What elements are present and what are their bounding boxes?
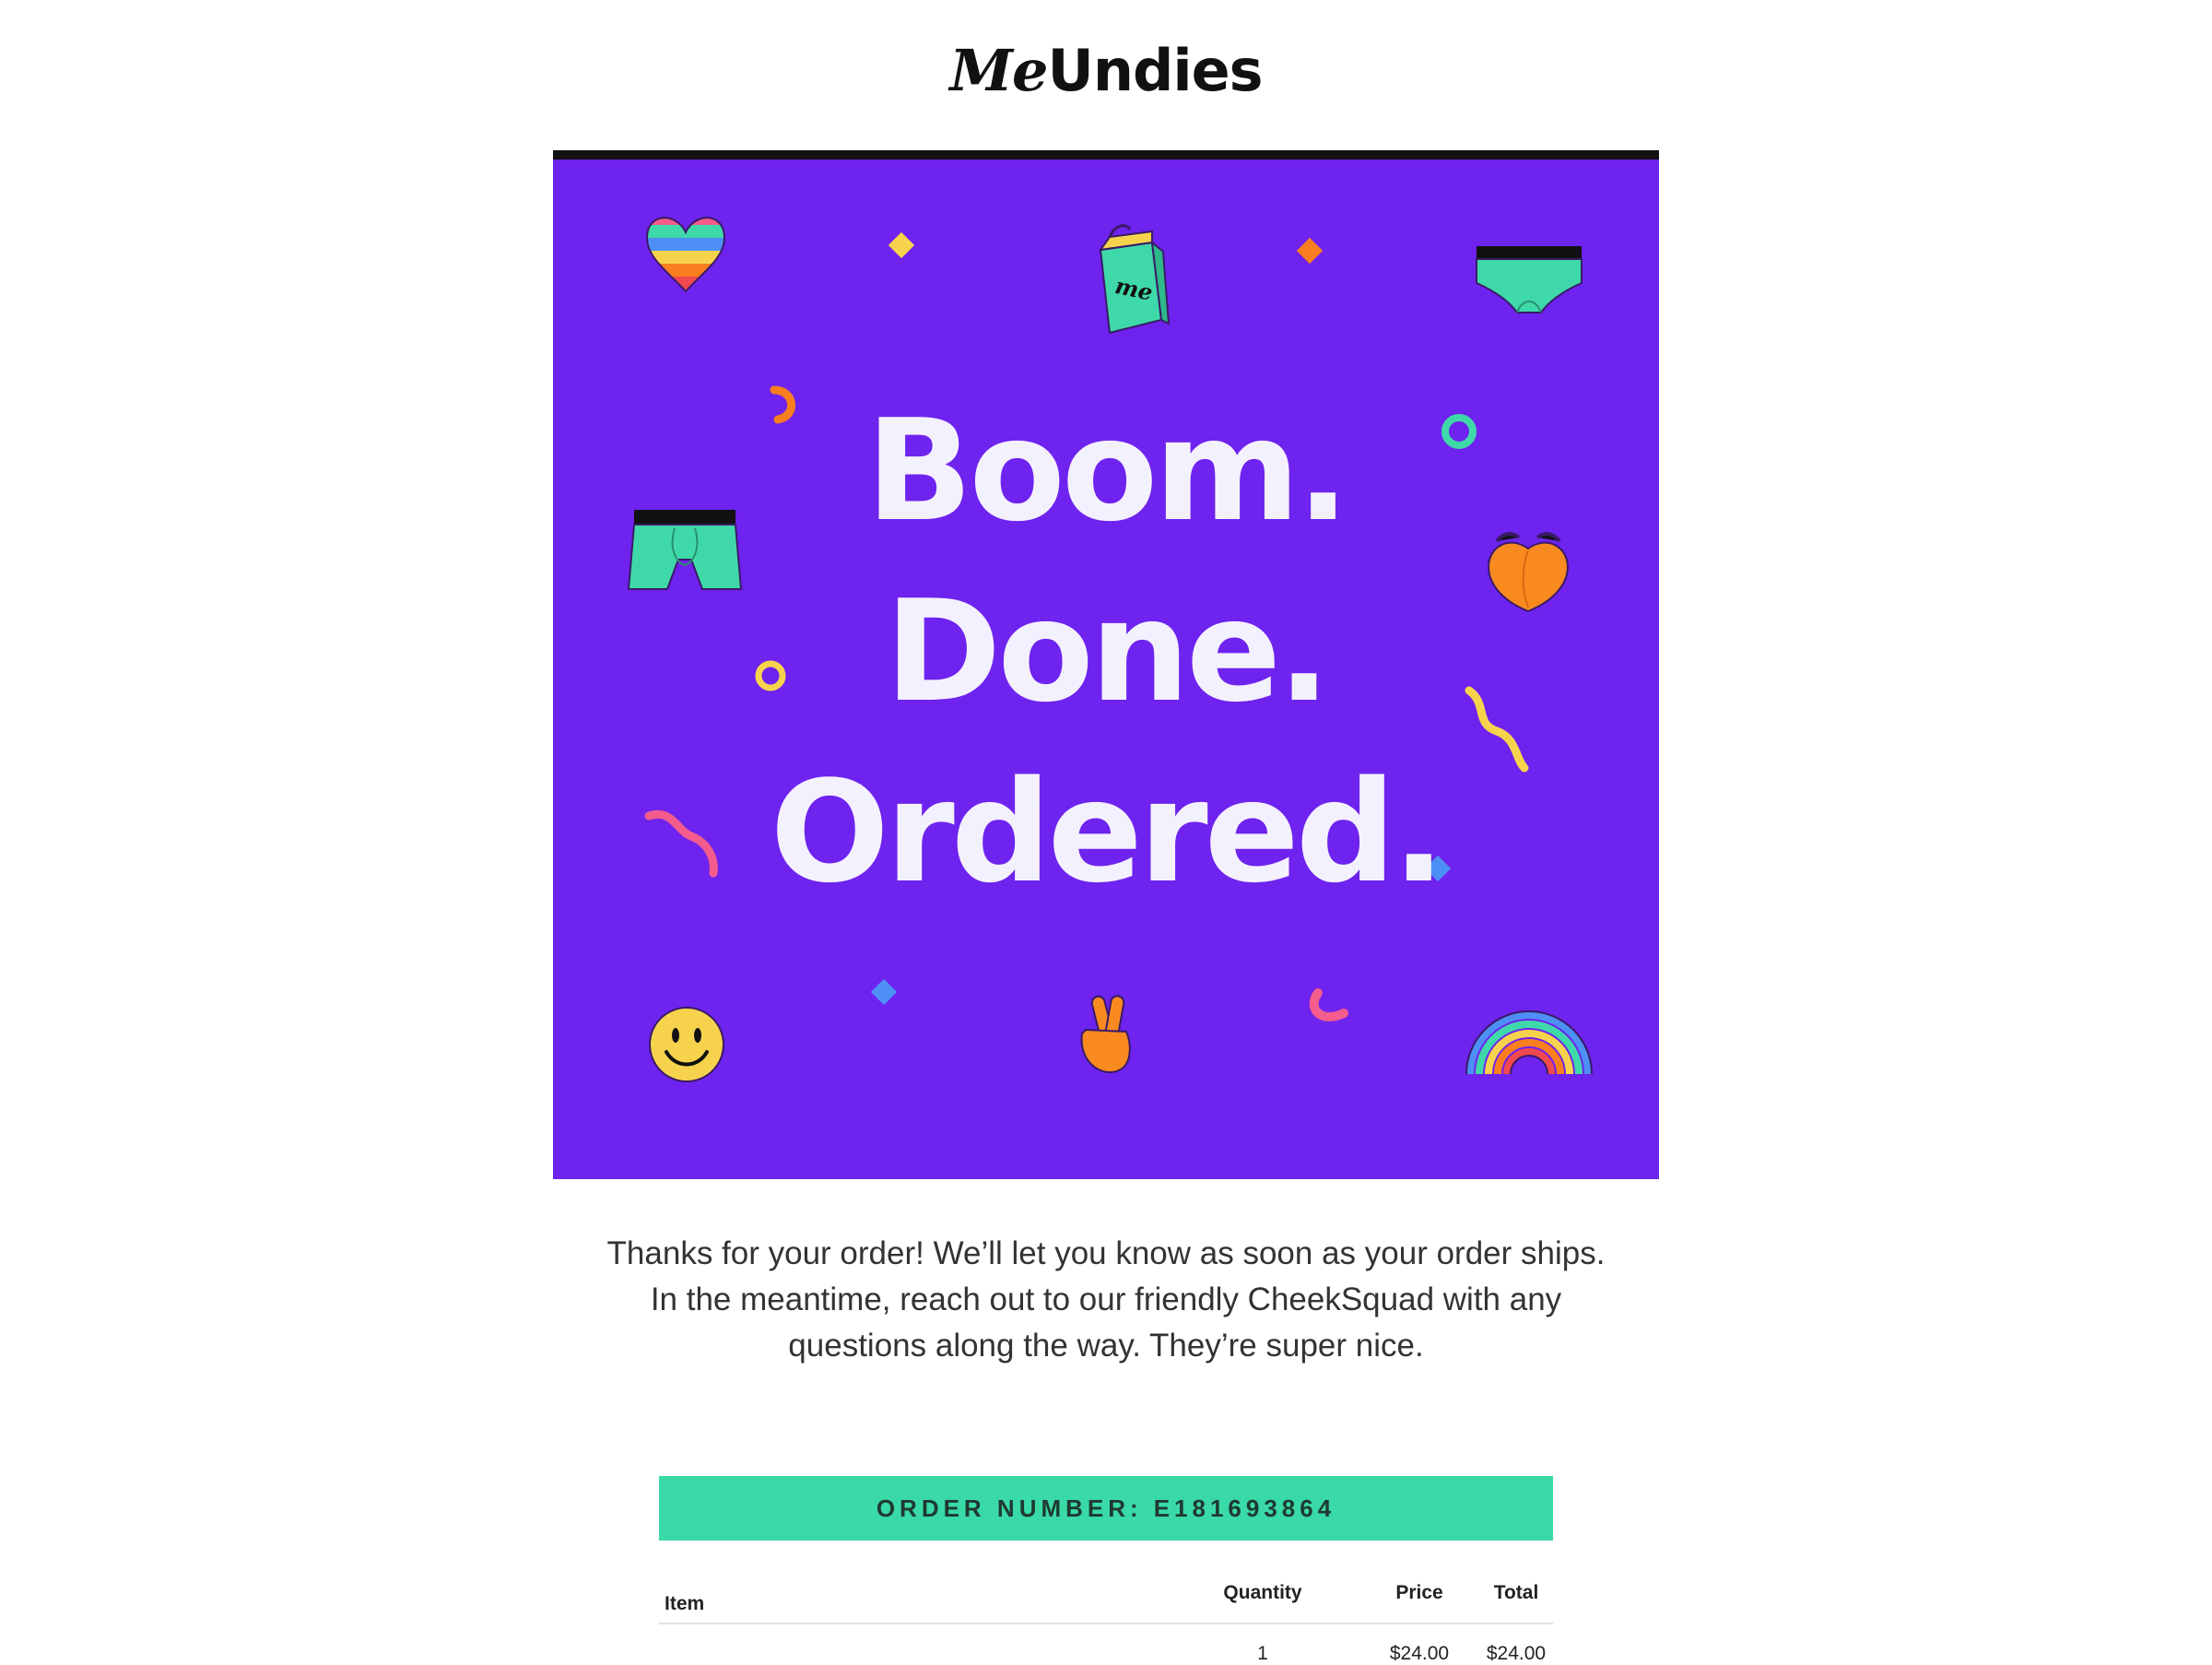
column-header-quantity: Quantity — [1223, 1582, 1302, 1603]
order-number-banner: ORDER NUMBER: E181693864 — [659, 1476, 1553, 1541]
order-items-table: Item Quantity Price Total 1 $24.00 $24.0… — [659, 1582, 1553, 1664]
row-quantity: 1 — [1257, 1643, 1268, 1664]
table-header-row: Item Quantity Price Total — [659, 1582, 1553, 1624]
order-number-label: ORDER NUMBER: — [876, 1494, 1143, 1522]
diamond-icon — [870, 978, 898, 1006]
headline-done: Done. — [885, 570, 1331, 733]
diamond-icon — [1296, 237, 1324, 265]
column-header-total: Total — [1493, 1582, 1539, 1603]
column-header-item: Item — [665, 1593, 705, 1614]
headline-boom: Boom. — [865, 389, 1350, 552]
column-header-price: Price — [1395, 1582, 1443, 1603]
order-number-value: E181693864 — [1153, 1494, 1336, 1522]
row-total: $24.00 — [1486, 1643, 1547, 1664]
table-row: 1 $24.00 $24.00 — [659, 1624, 1553, 1664]
peace-sign-icon — [1080, 995, 1131, 1073]
smiley-icon — [649, 1007, 724, 1082]
diamond-icon — [888, 231, 915, 259]
brand-logo[interactable]: MeUndies — [0, 37, 2212, 104]
message-line: questions along the way. They’re super n… — [788, 1328, 1424, 1364]
rainbow-icon — [1465, 1010, 1593, 1075]
shopping-bag-icon: me — [1098, 224, 1171, 335]
row-price: $24.00 — [1389, 1643, 1450, 1664]
squiggle-icon — [1309, 988, 1348, 1021]
thank-you-message: Thanks for your order! We’ll let you kno… — [553, 1231, 1659, 1369]
briefs-icon — [1476, 246, 1583, 313]
logo-undies: Undies — [1047, 37, 1264, 104]
logo-me: Me — [949, 37, 1048, 104]
hero-banner[interactable]: me Boom. Done. Ordered. — [553, 150, 1659, 1179]
message-line: Thanks for your order! We’ll let you kno… — [606, 1235, 1606, 1271]
message-line: In the meantime, reach out to our friend… — [650, 1281, 1562, 1317]
headline-ordered: Ordered. — [770, 750, 1446, 914]
rainbow-heart-icon — [645, 217, 726, 293]
